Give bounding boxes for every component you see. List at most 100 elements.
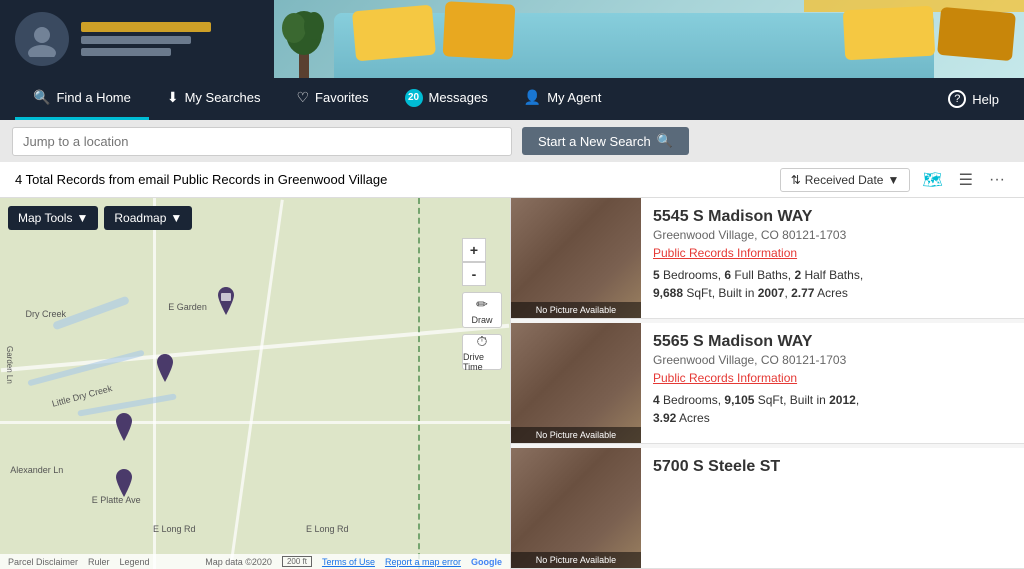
nav-my-agent-label: My Agent (547, 90, 601, 105)
draw-button[interactable]: ✏ Draw (462, 292, 502, 328)
sort-button[interactable]: ⇅ Received Date ▼ (780, 168, 911, 192)
search-bar: Start a New Search 🔍 (0, 120, 1024, 162)
results-header: 4 Total Records from email Public Record… (0, 162, 1024, 198)
drive-time-button[interactable]: ⏱ Drive Time (462, 334, 502, 370)
map-marker-3[interactable] (112, 413, 136, 441)
pillow-3 (843, 6, 935, 61)
listing-image-1: No Picture Available (511, 198, 641, 318)
listing-image-2: No Picture Available (511, 323, 641, 443)
map-label-alexander-ln: Alexander Ln (10, 465, 63, 475)
avatar (15, 12, 69, 66)
nav-my-agent[interactable]: 👤 My Agent (506, 78, 620, 120)
download-icon: ⬇ (167, 89, 179, 106)
listing-public-records-link-1[interactable]: Public Records Information (653, 246, 1012, 260)
report-link[interactable]: Report a map error (385, 557, 461, 567)
map-marker-4[interactable] (112, 469, 136, 497)
pillow-1 (352, 5, 436, 62)
listing-sqft-label-1: 9,688 (653, 286, 683, 300)
sort-label: Received Date (805, 173, 884, 187)
listing-info-2: 5565 S Madison WAY Greenwood Village, CO… (641, 323, 1024, 443)
listing-bedrooms-label-2: 4 (653, 393, 660, 407)
location-input[interactable] (12, 127, 512, 156)
nav-favorites-label: Favorites (315, 90, 368, 105)
chevron-down-icon-2: ▼ (170, 211, 182, 225)
map-footer: Parcel Disclaimer Ruler Legend Map data … (0, 554, 510, 569)
map-container: Map Tools ▼ Roadmap ▼ Dry Creek E Garden (0, 198, 510, 569)
user-name-bar (81, 22, 211, 32)
terms-link[interactable]: Terms of Use (322, 557, 375, 567)
zoom-in-button[interactable]: + (462, 238, 486, 262)
nav-my-searches-label: My Searches (185, 90, 261, 105)
sort-icon: ⇅ (791, 173, 801, 187)
listing-card: No Picture Available 5700 S Steele ST (511, 448, 1024, 569)
listing-img-bg-3 (511, 448, 641, 568)
listing-sqft-label-2: 9,105 (724, 393, 754, 407)
pillow-2 (443, 1, 516, 60)
road-diagonal (229, 200, 284, 568)
scale-bar: 200 ft (282, 556, 312, 567)
hero-image (274, 0, 1024, 78)
map-background[interactable]: Dry Creek E Garden Little Dry Creek Alex… (0, 198, 510, 569)
results-count: 4 Total Records from email Public Record… (15, 172, 387, 187)
heart-icon: ♡ (296, 89, 309, 106)
search-icon: 🔍 (657, 133, 673, 149)
listing-address-2: 5565 S Madison WAY (653, 333, 1012, 351)
new-search-button[interactable]: Start a New Search 🔍 (522, 127, 689, 155)
nav-my-searches[interactable]: ⬇ My Searches (149, 78, 279, 120)
listing-city-2: Greenwood Village, CO 80121-1703 (653, 353, 1012, 367)
nav-favorites[interactable]: ♡ Favorites (278, 78, 386, 120)
map-marker-2[interactable] (153, 354, 177, 382)
listing-img-bg-2 (511, 323, 641, 443)
listing-address-1: 5545 S Madison WAY (653, 208, 1012, 226)
legend-label: Legend (120, 557, 150, 567)
listing-half-baths-label-1: 2 (794, 268, 801, 282)
listing-public-records-link-2[interactable]: Public Records Information (653, 371, 1012, 385)
map-marker-1[interactable] (214, 287, 238, 315)
map-tools-label: Map Tools (18, 211, 72, 225)
listing-acres-label-1: 2.77 (791, 286, 814, 300)
map-copyright: Map data ©2020 (205, 557, 272, 567)
nav-help[interactable]: ? Help (938, 90, 1009, 108)
user-info (81, 22, 211, 56)
chevron-down-icon: ▼ (76, 211, 88, 225)
listing-acres-label-2: 3.92 (653, 411, 676, 425)
map-label-e-long-1: E Long Rd (153, 524, 196, 534)
map-tools-button[interactable]: Map Tools ▼ (8, 206, 98, 230)
pillow-4 (937, 7, 1016, 61)
nav-help-label: Help (972, 92, 999, 107)
user-detail-bar1 (81, 36, 191, 44)
clock-icon: ⏱ (477, 333, 488, 350)
road-vertical-1 (153, 198, 156, 569)
roadmap-button[interactable]: Roadmap ▼ (104, 206, 192, 230)
listing-img-bg-1 (511, 198, 641, 318)
listing-card: No Picture Available 5545 S Madison WAY … (511, 198, 1024, 319)
parcel-disclaimer: Parcel Disclaimer (8, 557, 78, 567)
map-controls: + - ✏ Draw ⏱ Drive Time (462, 238, 502, 370)
listing-image-3: No Picture Available (511, 448, 641, 568)
nav-find-home[interactable]: 🔍 Find a Home (15, 78, 149, 120)
roadmap-label: Roadmap (114, 211, 166, 225)
listing-address-3: 5700 S Steele ST (653, 458, 1012, 476)
nav-find-home-label: Find a Home (56, 90, 130, 105)
draw-label: Draw (471, 315, 492, 325)
boundary-line (418, 198, 420, 569)
listings-panel: No Picture Available 5545 S Madison WAY … (510, 198, 1024, 569)
road-horizontal-1 (1, 324, 509, 372)
list-view-icon[interactable]: ☰ (955, 168, 977, 192)
zoom-out-button[interactable]: - (462, 262, 486, 286)
map-view-icon[interactable]: 🗺 (918, 168, 946, 192)
more-options-icon[interactable]: ··· (985, 169, 1009, 191)
map-label-e-long-2: E Long Rd (306, 524, 349, 534)
nav-messages-label: Messages (429, 90, 488, 105)
map-toolbar: Map Tools ▼ Roadmap ▼ (8, 206, 192, 230)
new-search-label: Start a New Search (538, 134, 651, 149)
listing-built-label-2: 2012 (829, 393, 856, 407)
hero-banner (0, 0, 1024, 78)
navbar: 🔍 Find a Home ⬇ My Searches ♡ Favorites … (0, 78, 1024, 120)
no-picture-overlay-2: No Picture Available (511, 427, 641, 443)
draw-icon: ✏ (476, 296, 488, 313)
nav-messages[interactable]: 20 Messages (387, 78, 506, 120)
listing-details-1: 5 Bedrooms, 6 Full Baths, 2 Half Baths, … (653, 266, 1012, 302)
google-logo: Google (471, 557, 502, 567)
main-content: Map Tools ▼ Roadmap ▼ Dry Creek E Garden (0, 198, 1024, 569)
